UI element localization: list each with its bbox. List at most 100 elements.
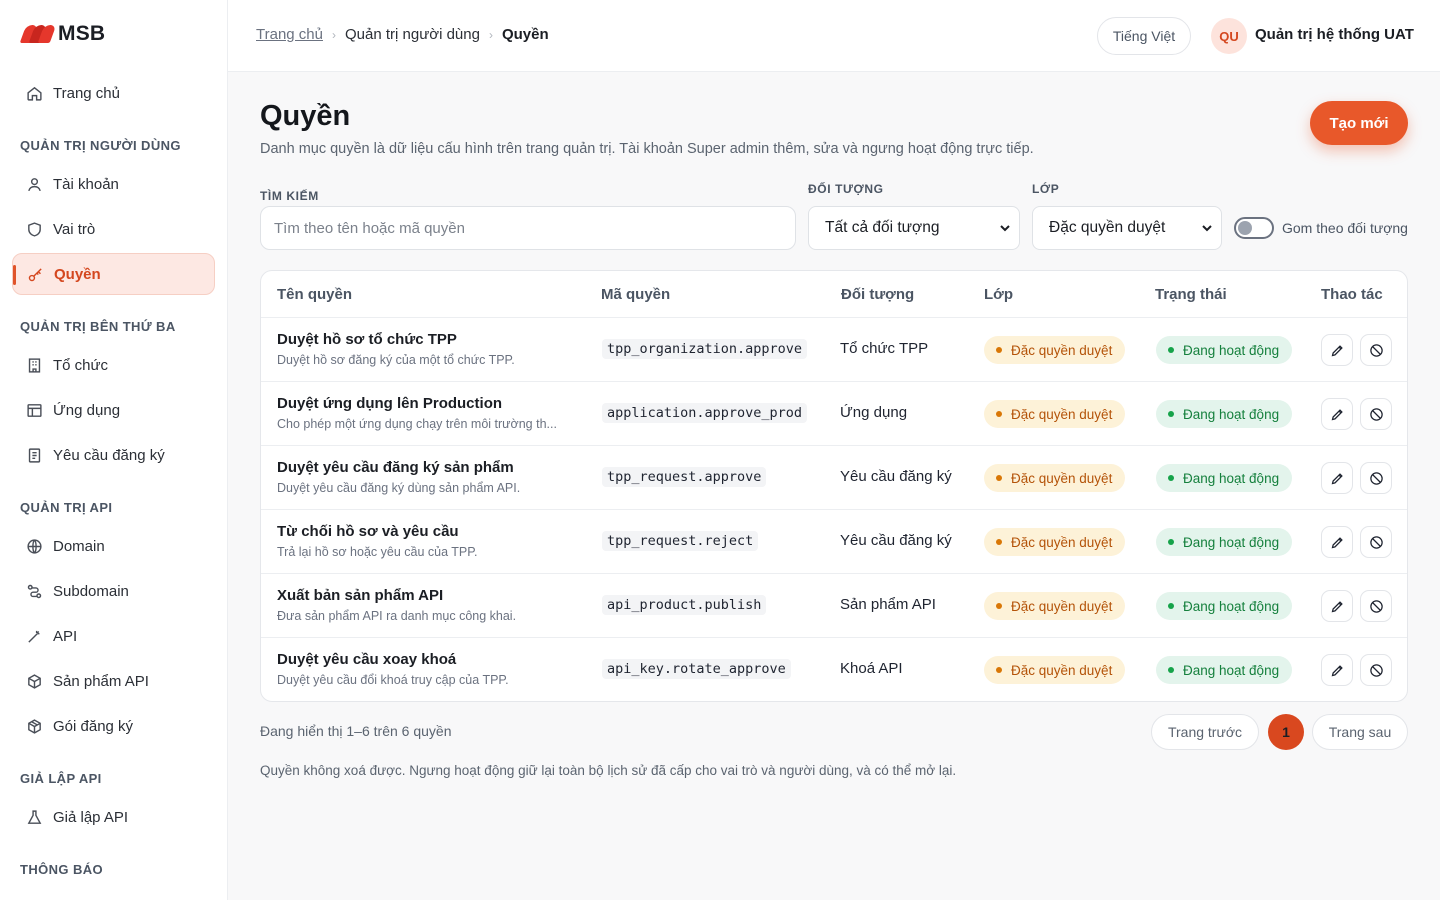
- sidebar: MSB Trang chủ QUẢN TRỊ NGƯỜI DÙNG Tài kh…: [0, 0, 228, 900]
- group-by-object-toggle[interactable]: [1234, 217, 1274, 239]
- language-button[interactable]: Tiếng Việt: [1097, 17, 1191, 55]
- status-badge: Đang hoạt động: [1156, 592, 1293, 620]
- breadcrumb-home[interactable]: Trang chủ: [256, 26, 323, 43]
- globe-icon: [25, 537, 43, 555]
- sidebar-item-label: Tổ chức: [53, 356, 109, 374]
- sidebar-item-label: Domain: [53, 537, 105, 555]
- permission-object: Yêu cầu đăng ký: [840, 532, 952, 549]
- permission-object: Sản phẩm API: [840, 596, 936, 613]
- next-page-button[interactable]: Trang sau: [1312, 714, 1408, 750]
- status-badge: Đang hoạt động: [1156, 464, 1293, 492]
- footnote: Quyền không xoá được. Ngưng hoạt động gi…: [260, 763, 957, 778]
- sidebar-item-api-mock[interactable]: Giả lập API: [12, 796, 215, 838]
- edit-button[interactable]: [1321, 462, 1353, 494]
- sidebar-item-applications[interactable]: Ứng dụng: [12, 389, 215, 431]
- object-filter-label: ĐỐI TƯỢNG: [808, 182, 884, 196]
- sidebar-item-label: Gói đăng ký: [53, 717, 134, 735]
- ban-icon: [1369, 343, 1384, 358]
- group-by-object-label: Gom theo đối tượng: [1282, 220, 1408, 236]
- deactivate-button[interactable]: [1360, 334, 1392, 366]
- table-row: Duyệt yêu cầu đăng ký sản phẩm Duyệt yêu …: [261, 446, 1407, 510]
- table-row: Duyệt ứng dụng lên Production Cho phép mộ…: [261, 382, 1407, 446]
- pencil-icon: [1330, 471, 1345, 486]
- sidebar-item-label: Vai trò: [53, 220, 96, 238]
- flask-icon: [25, 808, 43, 826]
- permission-description: Cho phép một ứng dụng chạy trên môi trườ…: [277, 417, 557, 431]
- sidebar-item-label: Quyền: [54, 265, 101, 283]
- permission-object: Ứng dụng: [840, 404, 908, 421]
- pencil-icon: [1330, 663, 1345, 678]
- permission-description: Duyệt yêu cầu đăng ký dùng sản phẩm API.: [277, 481, 521, 495]
- status-badge: Đang hoạt động: [1156, 336, 1293, 364]
- class-badge: Đặc quyền duyệt: [984, 528, 1126, 556]
- sidebar-item-organizations[interactable]: Tổ chức: [12, 344, 215, 386]
- permission-name: Duyệt yêu cầu đăng ký sản phẩm: [277, 459, 514, 476]
- deactivate-button[interactable]: [1360, 462, 1392, 494]
- permission-code: application.approve_prod: [602, 403, 808, 423]
- pagination-summary: Đang hiển thị 1–6 trên 6 quyền: [260, 723, 452, 739]
- search-label: TÌM KIẾM: [260, 189, 319, 203]
- edit-button[interactable]: [1321, 590, 1353, 622]
- page-1-button[interactable]: 1: [1268, 714, 1304, 750]
- ban-icon: [1369, 471, 1384, 486]
- permission-code: api_key.rotate_approve: [602, 659, 791, 679]
- building-icon: [25, 356, 43, 374]
- edit-button[interactable]: [1321, 334, 1353, 366]
- sidebar-item-permissions[interactable]: Quyền: [12, 253, 215, 295]
- permission-code: tpp_request.reject: [602, 531, 759, 551]
- section-user-admin: QUẢN TRỊ NGƯỜI DÙNG: [20, 138, 181, 153]
- chevron-right-icon: ›: [488, 27, 493, 42]
- object-filter-value: Tất cả đối tượng: [825, 219, 940, 236]
- user-name[interactable]: Quản trị hệ thống UAT: [1255, 26, 1414, 43]
- edit-button[interactable]: [1321, 526, 1353, 558]
- table-row: Xuất bản sản phẩm API Đưa sản phẩm API ra…: [261, 574, 1407, 638]
- sidebar-item-label: Tài khoản: [53, 175, 119, 193]
- pencil-icon: [1330, 599, 1345, 614]
- class-filter-value: Đặc quyền duyệt: [1049, 219, 1166, 236]
- permission-description: Trả lại hồ sơ hoặc yêu cầu của TPP.: [277, 545, 478, 559]
- permission-name: Duyệt ứng dụng lên Production: [277, 395, 503, 412]
- column-header-code: Mã quyền: [601, 286, 671, 303]
- permission-name: Duyệt yêu cầu xoay khoá: [277, 651, 457, 668]
- class-filter-select[interactable]: Đặc quyền duyệt: [1032, 206, 1222, 250]
- cube-icon: [25, 672, 43, 690]
- brand-logo[interactable]: MSB: [19, 22, 105, 46]
- prev-page-button[interactable]: Trang trước: [1151, 714, 1259, 750]
- package-icon: [25, 717, 43, 735]
- deactivate-button[interactable]: [1360, 398, 1392, 430]
- permission-name: Xuất bản sản phẩm API: [277, 587, 444, 604]
- avatar[interactable]: QU: [1211, 18, 1247, 54]
- document-icon: [25, 446, 43, 464]
- section-api-admin: QUẢN TRỊ API: [20, 500, 113, 515]
- permission-description: Duyệt hồ sơ đăng ký của một tổ chức TPP.: [277, 353, 515, 367]
- sidebar-item-roles[interactable]: Vai trò: [12, 208, 215, 250]
- sidebar-item-api-products[interactable]: Sản phẩm API: [12, 660, 215, 702]
- sidebar-item-api[interactable]: API: [12, 615, 215, 657]
- status-badge: Đang hoạt động: [1156, 528, 1293, 556]
- column-header-class: Lớp: [984, 286, 1013, 303]
- topbar: Trang chủ › Quản trị người dùng › Quyền …: [228, 0, 1440, 72]
- msb-logo-icon: [19, 23, 57, 45]
- ban-icon: [1369, 663, 1384, 678]
- permission-object: Khoá API: [840, 660, 903, 677]
- permission-code: tpp_organization.approve: [602, 339, 808, 359]
- deactivate-button[interactable]: [1360, 590, 1392, 622]
- sidebar-item-home[interactable]: Trang chủ: [12, 72, 215, 114]
- search-input[interactable]: [260, 206, 796, 250]
- edit-button[interactable]: [1321, 654, 1353, 686]
- object-filter-select[interactable]: Tất cả đối tượng: [808, 206, 1020, 250]
- edit-button[interactable]: [1321, 398, 1353, 430]
- sidebar-item-subdomain[interactable]: Subdomain: [12, 570, 215, 612]
- pencil-icon: [1330, 407, 1345, 422]
- deactivate-button[interactable]: [1360, 654, 1392, 686]
- permission-description: Duyệt yêu cầu đổi khoá truy cập của TPP.: [277, 673, 509, 687]
- sidebar-item-registration-requests[interactable]: Yêu cầu đăng ký: [12, 434, 215, 476]
- create-button[interactable]: Tạo mới: [1310, 101, 1408, 145]
- breadcrumb-current: Quyền: [501, 26, 549, 43]
- app-window-icon: [25, 401, 43, 419]
- sidebar-item-accounts[interactable]: Tài khoản: [12, 163, 215, 205]
- sidebar-item-domain[interactable]: Domain: [12, 525, 215, 567]
- deactivate-button[interactable]: [1360, 526, 1392, 558]
- sidebar-item-subscription-plans[interactable]: Gói đăng ký: [12, 705, 215, 747]
- class-badge: Đặc quyền duyệt: [984, 464, 1126, 492]
